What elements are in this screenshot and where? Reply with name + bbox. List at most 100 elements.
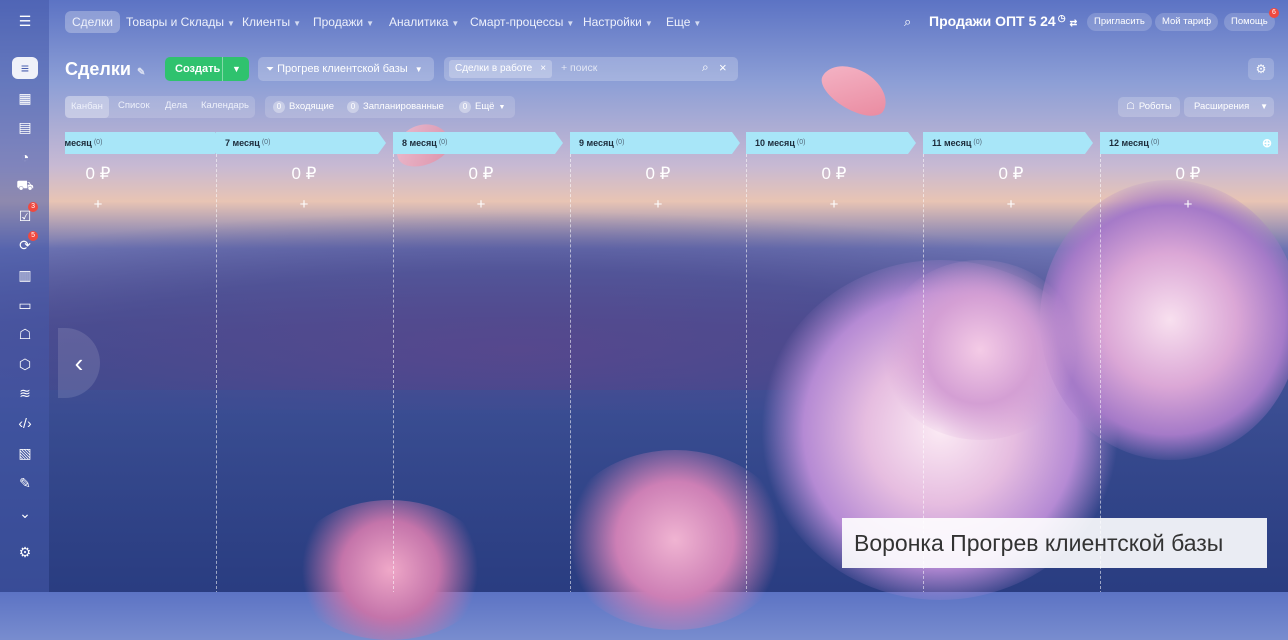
add-deal-button[interactable]: + bbox=[65, 196, 186, 213]
column-header[interactable]: 11 месяц (0) bbox=[923, 132, 1093, 154]
close-icon[interactable]: × bbox=[540, 63, 546, 74]
add-column-icon[interactable]: ⊕ bbox=[1262, 132, 1272, 154]
company-name[interactable]: Продажи ОПТ 5 24 ◷ ⇄ bbox=[929, 13, 1077, 29]
company-label: Продажи ОПТ 5 24 bbox=[929, 13, 1056, 29]
column-header[interactable]: 7 месяц (0) bbox=[216, 132, 386, 154]
add-deal-button[interactable]: + bbox=[570, 196, 746, 213]
monitor-icon[interactable]: ▭ bbox=[12, 294, 38, 316]
column-header[interactable]: 8 месяц (0) bbox=[393, 132, 563, 154]
nav-settings[interactable]: Настройки ▼ bbox=[576, 11, 660, 33]
filter-icon[interactable]: ≡ bbox=[12, 57, 38, 79]
nav-smart-processes[interactable]: Смарт-процессы ▼ bbox=[463, 11, 581, 33]
menu-icon[interactable]: ☰ bbox=[12, 10, 38, 32]
funnel-caption: Воронка Прогрев клиентской базы bbox=[842, 518, 1267, 568]
invite-button[interactable]: Пригласить bbox=[1087, 13, 1152, 31]
logo-icon[interactable]: ≋ bbox=[12, 382, 38, 404]
search-icon[interactable]: ⌕ bbox=[904, 14, 911, 30]
add-deal-button[interactable]: + bbox=[746, 196, 922, 213]
add-deal-button[interactable]: + bbox=[216, 196, 392, 213]
chevron-down-icon: ▼ bbox=[566, 19, 575, 28]
filter-chip-label: Сделки в работе bbox=[455, 63, 533, 74]
nav-goods[interactable]: Товары и Склады ▼ bbox=[119, 11, 242, 33]
nav-more[interactable]: Еще ▼ bbox=[659, 11, 708, 33]
extensions-button[interactable]: Расширения ▼ bbox=[1184, 97, 1274, 117]
nav-smart-label: Смарт-процессы bbox=[470, 15, 564, 29]
settings-icon[interactable]: ⚙ bbox=[12, 541, 38, 563]
add-deal-button[interactable]: + bbox=[393, 196, 569, 213]
chevron-down-icon: ▼ bbox=[366, 19, 375, 28]
calendar-icon[interactable]: ▦ bbox=[12, 87, 38, 109]
counters-bar: 0 Входящие 0 Запланированные 0 Ещё ▼ bbox=[265, 96, 515, 118]
nav-settings-label: Настройки bbox=[583, 15, 642, 29]
tariff-button[interactable]: Мой тариф bbox=[1155, 13, 1219, 31]
nav-analytics[interactable]: Аналитика ▼ bbox=[382, 11, 466, 33]
chevron-down-icon: ▼ bbox=[451, 19, 460, 28]
robots-button[interactable]: ☖ Роботы bbox=[1118, 97, 1180, 117]
column-sum: 0 ₽ bbox=[291, 164, 317, 183]
document-icon[interactable]: ▧ bbox=[12, 442, 38, 464]
counter-planned[interactable]: 0 Запланированные bbox=[347, 101, 444, 113]
close-icon[interactable]: × bbox=[719, 60, 727, 75]
column-header[interactable]: 9 месяц (0) bbox=[570, 132, 740, 154]
funnel-icon: ⏷ bbox=[266, 64, 274, 75]
create-button[interactable]: Создать ▼ bbox=[165, 57, 249, 81]
funnel-label: Прогрев клиентской базы bbox=[277, 63, 408, 75]
column-sum: 0 ₽ bbox=[645, 164, 671, 183]
bar-chart-icon[interactable]: ▥ bbox=[12, 264, 38, 286]
counter-incoming[interactable]: 0 Входящие bbox=[273, 101, 334, 113]
search-icon[interactable]: ⌕ bbox=[702, 60, 709, 75]
filter-chip[interactable]: Сделки в работе × bbox=[449, 60, 553, 78]
box-icon[interactable]: ⬡ bbox=[12, 353, 38, 375]
search-input[interactable]: + поиск bbox=[561, 62, 597, 74]
chevron-down-icon: ▼ bbox=[693, 19, 702, 28]
tab-activities[interactable]: Дела bbox=[165, 100, 187, 111]
nav-more-label: Еще bbox=[666, 15, 691, 29]
code-icon[interactable]: ‹/› bbox=[12, 412, 38, 434]
chevron-down-icon[interactable]: ⌄ bbox=[12, 502, 38, 524]
nav-clients[interactable]: Клиенты ▼ bbox=[235, 11, 308, 33]
create-label: Создать bbox=[175, 63, 221, 75]
tab-kanban[interactable]: Канбан bbox=[65, 96, 109, 118]
pin-icon[interactable]: ✎ bbox=[137, 67, 145, 78]
add-deal-button[interactable]: + bbox=[1100, 196, 1276, 213]
tasks-icon[interactable]: ☑ 3 bbox=[12, 202, 38, 227]
nav-sales[interactable]: Продажи ▼ bbox=[306, 11, 381, 33]
column-count: (0) bbox=[1150, 139, 1160, 146]
column-sum: 0 ₽ bbox=[998, 164, 1024, 183]
settings-icon[interactable]: ⚙ bbox=[1248, 58, 1274, 80]
help-label: Помощь bbox=[1231, 16, 1268, 27]
tab-calendar[interactable]: Календарь bbox=[201, 100, 249, 111]
column-title: 8 месяц bbox=[402, 138, 437, 148]
column-count: (0) bbox=[615, 139, 625, 146]
column-header[interactable]: 10 месяц (0) bbox=[746, 132, 916, 154]
clock-icon: ◷ bbox=[1057, 13, 1066, 23]
chevron-down-icon: ▼ bbox=[498, 104, 506, 111]
inbox-icon[interactable]: ▤ bbox=[12, 116, 38, 138]
chevron-down-icon: ▼ bbox=[293, 19, 302, 28]
column-divider bbox=[393, 154, 394, 592]
column-count: (0) bbox=[796, 139, 806, 146]
robot-icon[interactable]: ☖ bbox=[12, 323, 38, 345]
cart-icon[interactable]: ⛟ bbox=[12, 175, 38, 197]
column-divider bbox=[216, 154, 217, 592]
pen-icon[interactable]: ✎ bbox=[12, 472, 38, 494]
tab-list[interactable]: Список bbox=[118, 100, 150, 111]
search-bar[interactable]: Сделки в работе × + поиск ⌕ × bbox=[444, 57, 738, 81]
sync-icon[interactable]: ⟳ 5 bbox=[12, 231, 38, 256]
column-title: 12 месяц bbox=[1109, 138, 1149, 148]
chevron-down-icon[interactable]: ▼ bbox=[222, 57, 250, 81]
column-header[interactable]: 6 месяц(0) bbox=[65, 132, 223, 154]
column-title: 7 месяц bbox=[225, 138, 260, 148]
funnel-selector[interactable]: ⏷ Прогрев клиентской базы ▼ bbox=[258, 57, 434, 81]
help-button[interactable]: Помощь bbox=[1224, 13, 1275, 31]
nav-clients-label: Клиенты bbox=[242, 15, 291, 29]
tariff-label: Мой тариф bbox=[1162, 16, 1212, 27]
add-deal-button[interactable]: + bbox=[923, 196, 1099, 213]
nav-deals[interactable]: Сделки bbox=[65, 11, 120, 33]
column-sum: 0 ₽ bbox=[468, 164, 494, 183]
chart-pie-icon[interactable]: ◔ bbox=[12, 146, 38, 168]
counter-label: Запланированные bbox=[363, 101, 444, 112]
column-header[interactable]: 12 месяц (0) ⊕ bbox=[1100, 132, 1278, 154]
chevron-down-icon: ▼ bbox=[227, 19, 235, 28]
counter-more[interactable]: 0 Ещё ▼ bbox=[459, 101, 505, 113]
